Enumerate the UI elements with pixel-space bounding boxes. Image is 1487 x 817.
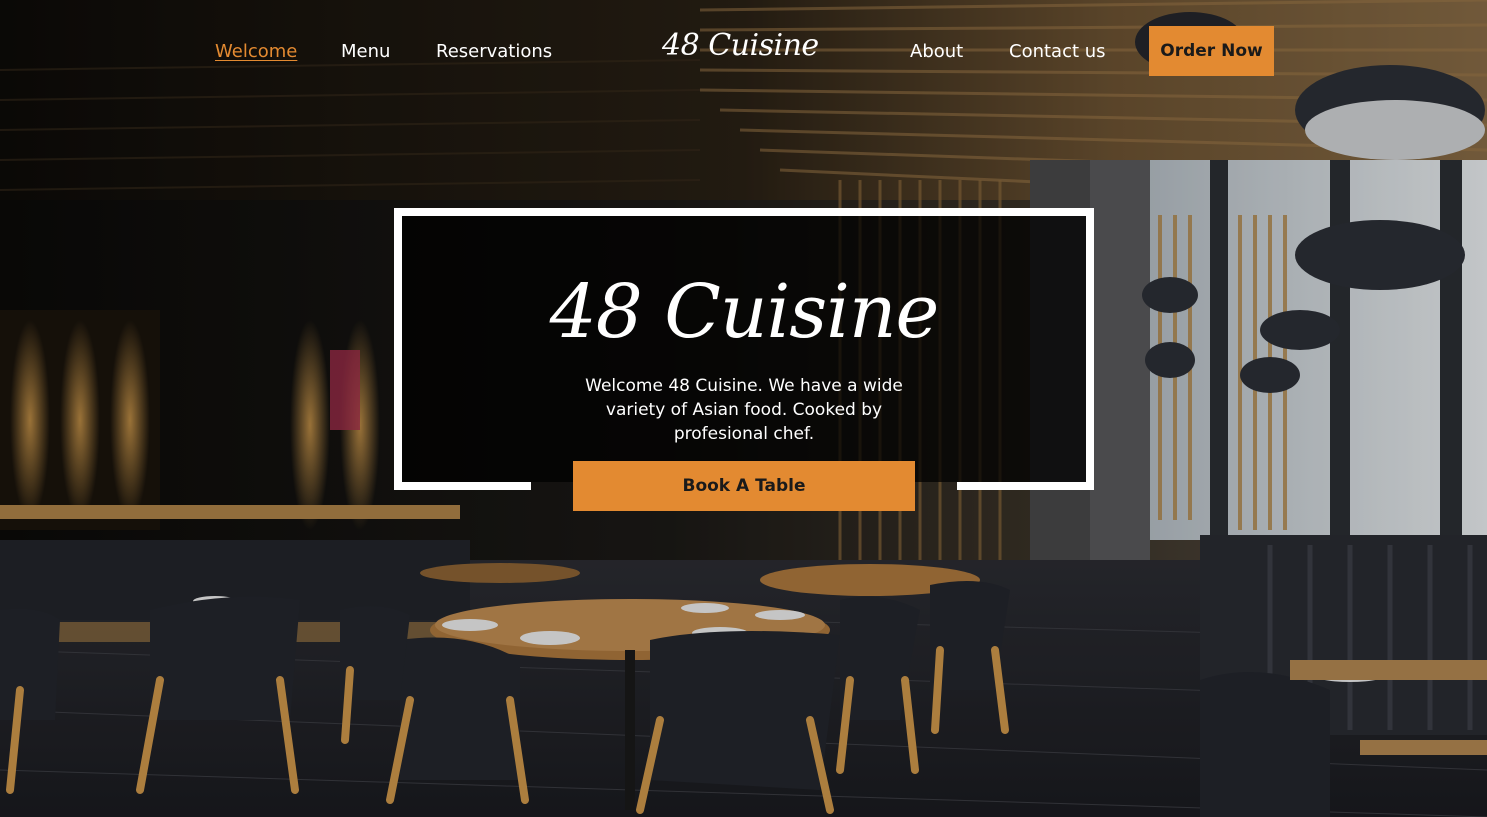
hero-section: Welcome Menu Reservations 48 Cuisine Abo… <box>0 0 1487 817</box>
top-navigation: Welcome Menu Reservations 48 Cuisine Abo… <box>0 0 1487 104</box>
hero-title: 48 Cuisine <box>549 269 940 355</box>
site-logo[interactable]: 48 Cuisine <box>662 26 819 66</box>
nav-link-menu[interactable]: Menu <box>341 40 390 64</box>
order-now-button[interactable]: Order Now <box>1149 26 1274 76</box>
nav-link-contact[interactable]: Contact us <box>1009 40 1106 64</box>
nav-link-about[interactable]: About <box>910 40 963 64</box>
hero-card: 48 Cuisine Welcome 48 Cuisine. We have a… <box>394 208 1094 490</box>
hero-description: Welcome 48 Cuisine. We have a wide varie… <box>585 376 903 444</box>
nav-link-welcome[interactable]: Welcome <box>215 40 297 64</box>
book-table-button[interactable]: Book A Table <box>573 461 915 511</box>
nav-link-reservations[interactable]: Reservations <box>436 40 552 64</box>
